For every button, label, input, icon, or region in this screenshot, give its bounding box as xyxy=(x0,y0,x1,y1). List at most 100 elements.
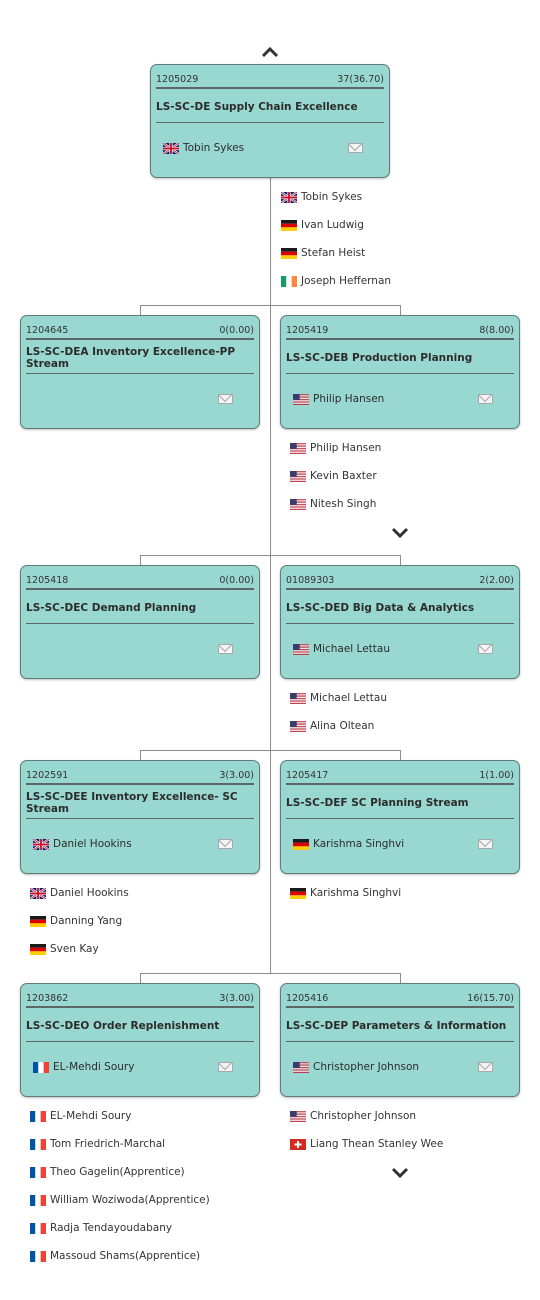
manager[interactable]: Philip Hansen xyxy=(293,392,384,406)
manager[interactable]: Christopher Johnson xyxy=(293,1060,419,1074)
member-name: Alina Oltean xyxy=(310,720,375,732)
flag-gb-icon xyxy=(163,142,179,154)
manager[interactable]: Karishma Singhvi xyxy=(293,837,404,851)
member-item[interactable]: Christopher Johnson xyxy=(290,1109,416,1123)
member-item[interactable]: Massoud Shams(Apprentice) xyxy=(30,1249,200,1263)
org-unit-box[interactable]: 01089303 2(2.00) LS-SC-DED Big Data & Anal… xyxy=(280,565,520,679)
box-header-row: 1202591 3(3.00) xyxy=(26,769,254,785)
mail-icon[interactable] xyxy=(478,644,493,654)
member-name: Karishma Singhvi xyxy=(310,887,402,899)
flag-ch-icon xyxy=(290,1138,306,1150)
org-unit-box[interactable]: 1205418 0(0.00) LS-SC-DEC Demand Planning xyxy=(20,565,260,679)
flag-de-icon xyxy=(281,247,297,259)
box-header-row: 1205417 1(1.00) xyxy=(286,769,514,785)
unit-title: LS-SC-DEC Demand Planning xyxy=(26,592,254,624)
flag-us-icon xyxy=(293,393,309,405)
member-item[interactable]: Tobin Sykes xyxy=(281,190,362,204)
org-unit-box[interactable]: 1205419 8(8.00) LS-SC-DEB Production Plann… xyxy=(280,315,520,429)
flag-gb-icon xyxy=(33,838,49,850)
flag-us-icon xyxy=(293,1061,309,1073)
unit-title: LS-SC-DEP Parameters & Information xyxy=(286,1010,514,1042)
flag-us-icon xyxy=(290,1110,306,1122)
member-item[interactable]: EL-Mehdi Soury xyxy=(30,1109,131,1123)
member-name: Michael Lettau xyxy=(310,692,388,704)
manager[interactable]: Michael Lettau xyxy=(293,642,390,656)
position-code: 01089303 xyxy=(286,575,335,586)
member-name: William Woziwoda(Apprentice) xyxy=(50,1194,210,1206)
flag-us-icon xyxy=(290,692,306,704)
level4-connector xyxy=(140,973,401,974)
member-item[interactable]: Michael Lettau xyxy=(290,691,387,705)
member-item[interactable]: Stefan Heist xyxy=(281,246,365,260)
chevron-down-icon[interactable] xyxy=(390,526,410,540)
member-item[interactable]: Ivan Ludwig xyxy=(281,218,364,232)
org-unit-box[interactable]: 1204645 0(0.00) LS-SC-DEA Inventory Excell… xyxy=(20,315,260,429)
member-item[interactable]: Tom Friedrich-Marchal xyxy=(30,1137,165,1151)
member-item[interactable]: Sven Kay xyxy=(30,942,99,956)
member-item[interactable]: Danning Yang xyxy=(30,914,122,928)
mail-icon[interactable] xyxy=(478,1062,493,1072)
manager-name: Daniel Hookins xyxy=(53,838,132,850)
flag-fr-icon xyxy=(30,1194,46,1206)
member-item[interactable]: Radja Tendayoudabany xyxy=(30,1221,172,1235)
unit-title: LS-SC-DEF SC Planning Stream xyxy=(286,787,514,819)
mail-icon[interactable] xyxy=(218,394,233,404)
box-header-row: 1205418 0(0.00) xyxy=(26,574,254,590)
member-name: Kevin Baxter xyxy=(310,470,377,482)
position-code: 1205416 xyxy=(286,993,329,1004)
trunk-connector xyxy=(270,178,271,974)
member-name: Philip Hansen xyxy=(310,442,382,454)
headcount: 0(0.00) xyxy=(219,325,254,336)
mail-icon[interactable] xyxy=(478,394,493,404)
mail-icon[interactable] xyxy=(218,1062,233,1072)
flag-gb-icon xyxy=(281,191,297,203)
org-unit-box[interactable]: 1205417 1(1.00) LS-SC-DEF SC Planning Stre… xyxy=(280,760,520,874)
member-item[interactable]: William Woziwoda(Apprentice) xyxy=(30,1193,210,1207)
box-header-row: 1203862 3(3.00) xyxy=(26,992,254,1008)
member-item[interactable]: Daniel Hookins xyxy=(30,886,129,900)
member-name: Joseph Heffernan xyxy=(301,275,392,287)
unit-title: LS-SC-DED Big Data & Analytics xyxy=(286,592,514,624)
member-name: Massoud Shams(Apprentice) xyxy=(50,1250,201,1262)
flag-ie-icon xyxy=(281,275,297,287)
manager[interactable]: Tobin Sykes xyxy=(163,141,244,155)
manager-name: Tobin Sykes xyxy=(183,142,245,154)
org-unit-box[interactable]: 1202591 3(3.00) LS-SC-DEE Inventory Excell… xyxy=(20,760,260,874)
member-item[interactable]: Joseph Heffernan xyxy=(281,274,391,288)
org-unit-box[interactable]: 1205416 16(15.70) LS-SC-DEP Parameters & I… xyxy=(280,983,520,1097)
member-item[interactable]: Karishma Singhvi xyxy=(290,886,401,900)
headcount: 8(8.00) xyxy=(479,325,514,336)
member-item[interactable]: Kevin Baxter xyxy=(290,469,377,483)
mail-icon[interactable] xyxy=(218,839,233,849)
member-name: Radja Tendayoudabany xyxy=(50,1222,173,1234)
manager[interactable]: EL-Mehdi Soury xyxy=(33,1060,134,1074)
member-name: Stefan Heist xyxy=(301,247,366,259)
manager-name: Karishma Singhvi xyxy=(313,838,405,850)
chevron-down-icon[interactable] xyxy=(390,1166,410,1180)
box-header-row: 1204645 0(0.00) xyxy=(26,324,254,340)
member-item[interactable]: Theo Gagelin(Apprentice) xyxy=(30,1165,185,1179)
manager-name: Philip Hansen xyxy=(313,393,385,405)
position-code: 1202591 xyxy=(26,770,69,781)
member-item[interactable]: Philip Hansen xyxy=(290,441,381,455)
unit-title: LS-SC-DE Supply Chain Excellence xyxy=(156,91,384,123)
manager[interactable]: Daniel Hookins xyxy=(33,837,132,851)
mail-icon[interactable] xyxy=(348,143,363,153)
box-header-row: 1205419 8(8.00) xyxy=(286,324,514,340)
org-unit-root[interactable]: 1205029 37(36.70) LS-SC-DE Supply Chain Ex… xyxy=(150,64,390,178)
member-item[interactable]: Liang Thean Stanley Wee xyxy=(290,1137,443,1151)
headcount: 3(3.00) xyxy=(219,770,254,781)
mail-icon[interactable] xyxy=(478,839,493,849)
headcount: 37(36.70) xyxy=(337,74,384,85)
member-name: Tom Friedrich-Marchal xyxy=(50,1138,166,1150)
unit-title: LS-SC-DEO Order Replenishment xyxy=(26,1010,254,1042)
chevron-up-icon[interactable] xyxy=(260,45,280,59)
flag-de-icon xyxy=(30,943,46,955)
flag-de-icon xyxy=(281,219,297,231)
mail-icon[interactable] xyxy=(218,644,233,654)
member-name: Danning Yang xyxy=(50,915,123,927)
flag-de-icon xyxy=(30,915,46,927)
member-item[interactable]: Nitesh Singh xyxy=(290,497,376,511)
org-unit-box[interactable]: 1203862 3(3.00) LS-SC-DEO Order Replenishm… xyxy=(20,983,260,1097)
member-item[interactable]: Alina Oltean xyxy=(290,719,374,733)
